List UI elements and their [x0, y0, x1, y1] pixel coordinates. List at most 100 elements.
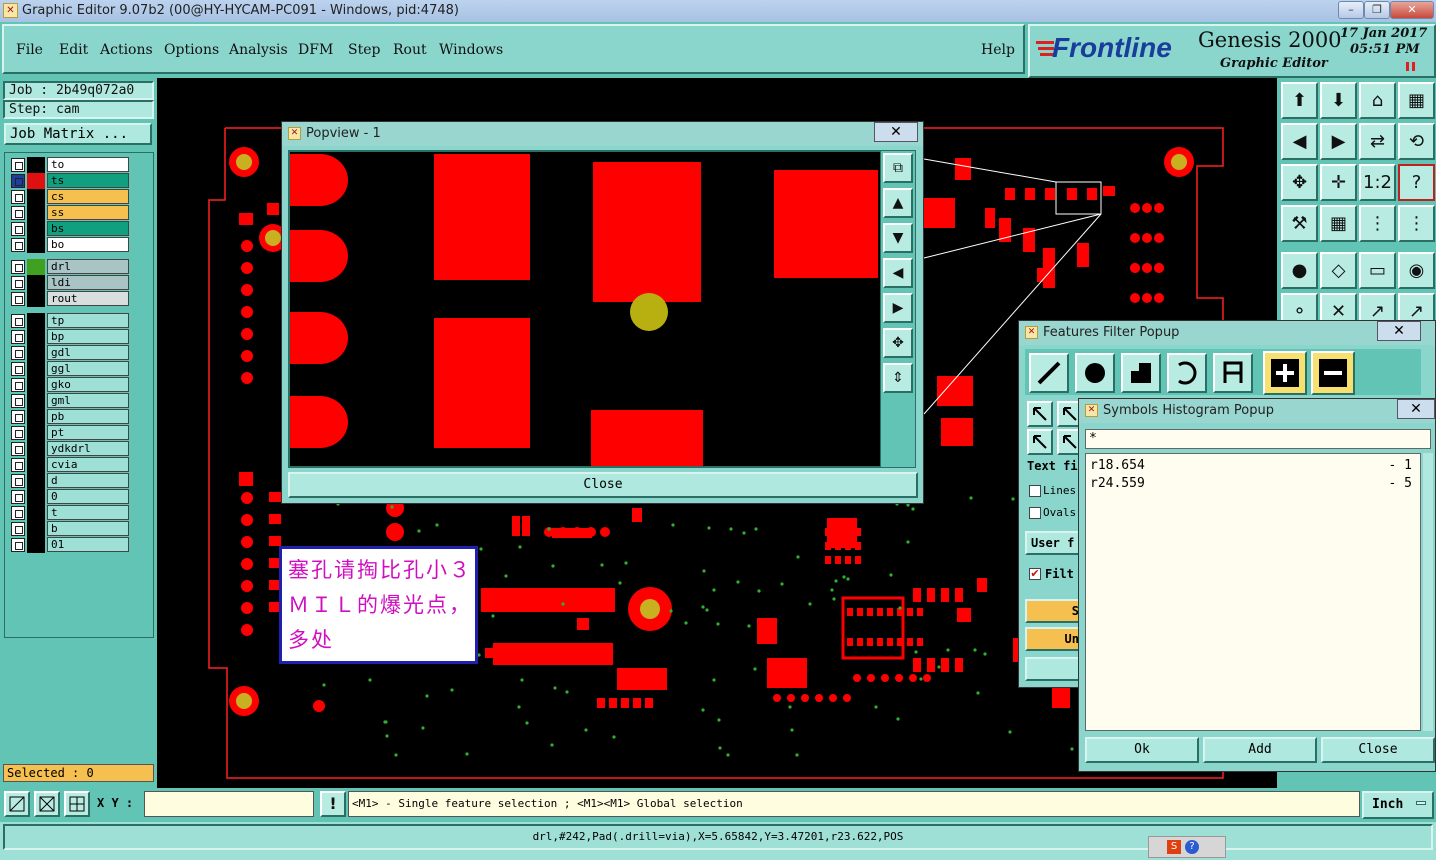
layer-row-bo[interactable]: bo: [11, 237, 129, 253]
layer-color-swatch[interactable]: [27, 441, 45, 457]
pan-left-icon[interactable]: ◀: [1281, 123, 1318, 160]
layer-color-swatch[interactable]: [27, 259, 45, 275]
layer-name[interactable]: d: [47, 473, 129, 488]
tools-icon[interactable]: ⚒: [1281, 205, 1318, 242]
layer-color-swatch[interactable]: [27, 377, 45, 393]
layer-row-tp[interactable]: tp: [11, 313, 129, 329]
layers-icon-2[interactable]: ⋮: [1398, 205, 1435, 242]
layer-row-drl[interactable]: drl: [11, 259, 129, 275]
layer-checkbox[interactable]: [11, 158, 25, 172]
layer-color-swatch[interactable]: [27, 173, 45, 189]
layer-name[interactable]: 0: [47, 489, 129, 504]
menu-edit[interactable]: Edit: [59, 42, 88, 58]
layer-row-ggl[interactable]: ggl: [11, 361, 129, 377]
layer-color-swatch[interactable]: [27, 237, 45, 253]
layer-name[interactable]: cvia: [47, 457, 129, 472]
layer-name[interactable]: bs: [47, 221, 129, 236]
layer-color-swatch[interactable]: [27, 275, 45, 291]
swap-icon[interactable]: ⇄: [1359, 123, 1396, 160]
layer-row-pb[interactable]: pb: [11, 409, 129, 425]
layer-name[interactable]: ydkdrl: [47, 441, 129, 456]
layer-checkbox[interactable]: [11, 442, 25, 456]
arc-feature-icon[interactable]: [1167, 353, 1207, 393]
symbol-list-scrollbar[interactable]: [1423, 453, 1433, 731]
layer-name[interactable]: b: [47, 521, 129, 536]
layer-row-cs[interactable]: cs: [11, 189, 129, 205]
exclamation-icon[interactable]: !: [320, 791, 346, 817]
popview-canvas[interactable]: [288, 150, 882, 468]
window-split-icon[interactable]: ▦: [1398, 82, 1435, 119]
layer-name[interactable]: tp: [47, 313, 129, 328]
shape-icon[interactable]: ◇: [1320, 252, 1357, 289]
layer-row-gml[interactable]: gml: [11, 393, 129, 409]
filter-extra-button[interactable]: [1025, 657, 1085, 681]
layer-color-swatch[interactable]: [27, 489, 45, 505]
layer-color-swatch[interactable]: [27, 393, 45, 409]
layer-name[interactable]: bo: [47, 237, 129, 252]
menu-dfm[interactable]: DFM: [298, 42, 333, 58]
layer-name[interactable]: ggl: [47, 361, 129, 376]
layer-name[interactable]: gml: [47, 393, 129, 408]
layer-checkbox[interactable]: [11, 410, 25, 424]
pv-expand-icon[interactable]: ✥: [883, 328, 913, 358]
grid-view-icon[interactable]: ▦: [1320, 205, 1357, 242]
layer-row-to[interactable]: to: [11, 157, 129, 173]
layer-name[interactable]: drl: [47, 259, 129, 274]
layer-row-ss[interactable]: ss: [11, 205, 129, 221]
layer-checkbox[interactable]: [11, 260, 25, 274]
menu-help[interactable]: Help: [981, 42, 1015, 58]
layer-checkbox[interactable]: [11, 394, 25, 408]
positive-polarity-icon[interactable]: [1263, 351, 1307, 395]
menu-file[interactable]: File: [16, 42, 43, 58]
layer-name[interactable]: rout: [47, 291, 129, 306]
layer-checkbox[interactable]: [11, 378, 25, 392]
close-window-button[interactable]: ✕: [1390, 1, 1434, 19]
layer-name[interactable]: pt: [47, 425, 129, 440]
zoom-area-icon[interactable]: [4, 791, 30, 817]
layer-name[interactable]: cs: [47, 189, 129, 204]
menu-options[interactable]: Options: [164, 42, 219, 58]
menu-actions[interactable]: Actions: [100, 42, 153, 58]
layer-color-swatch[interactable]: [27, 329, 45, 345]
layer-checkbox[interactable]: [11, 426, 25, 440]
measure-icon[interactable]: [34, 791, 60, 817]
layer-checkbox[interactable]: [11, 238, 25, 252]
layer-color-swatch[interactable]: [27, 221, 45, 237]
layer-name[interactable]: to: [47, 157, 129, 172]
layer-row-bp[interactable]: bp: [11, 329, 129, 345]
layer-color-swatch[interactable]: [27, 313, 45, 329]
ruler-icon[interactable]: ▭: [1359, 252, 1396, 289]
layer-checkbox[interactable]: [11, 346, 25, 360]
layer-color-swatch[interactable]: [27, 189, 45, 205]
layer-row-pt[interactable]: pt: [11, 425, 129, 441]
pan-right-icon[interactable]: ▶: [1320, 123, 1357, 160]
units-selector[interactable]: Inch: [1362, 791, 1434, 819]
menu-step[interactable]: Step: [348, 42, 380, 58]
layer-name[interactable]: bp: [47, 329, 129, 344]
arrow-select-icon-3[interactable]: [1027, 429, 1053, 455]
ovals-checkbox[interactable]: [1029, 507, 1041, 519]
layer-color-swatch[interactable]: [27, 537, 45, 553]
grid-icon[interactable]: [64, 791, 90, 817]
minimize-button[interactable]: –: [1338, 1, 1364, 19]
layer-checkbox[interactable]: [11, 538, 25, 552]
popview-close-x[interactable]: ✕: [874, 122, 918, 142]
layer-row-t[interactable]: t: [11, 505, 129, 521]
layer-row-ldi[interactable]: ldi: [11, 275, 129, 291]
layer-color-swatch[interactable]: [27, 425, 45, 441]
layer-color-swatch[interactable]: [27, 345, 45, 361]
layer-name[interactable]: pb: [47, 409, 129, 424]
layer-name[interactable]: ts: [47, 173, 129, 188]
layer-checkbox[interactable]: [11, 362, 25, 376]
layer-color-swatch[interactable]: [27, 205, 45, 221]
filter-checkbox[interactable]: ✔: [1029, 568, 1041, 580]
layer-checkbox[interactable]: [11, 276, 25, 290]
negative-polarity-icon[interactable]: [1311, 351, 1355, 395]
layer-checkbox[interactable]: [11, 474, 25, 488]
layer-checkbox[interactable]: [11, 490, 25, 504]
user-filter-button[interactable]: User f: [1025, 531, 1085, 555]
layer-checkbox[interactable]: [11, 506, 25, 520]
layer-checkbox[interactable]: [11, 206, 25, 220]
layer-row-bs[interactable]: bs: [11, 221, 129, 237]
text-feature-icon[interactable]: [1213, 353, 1253, 393]
